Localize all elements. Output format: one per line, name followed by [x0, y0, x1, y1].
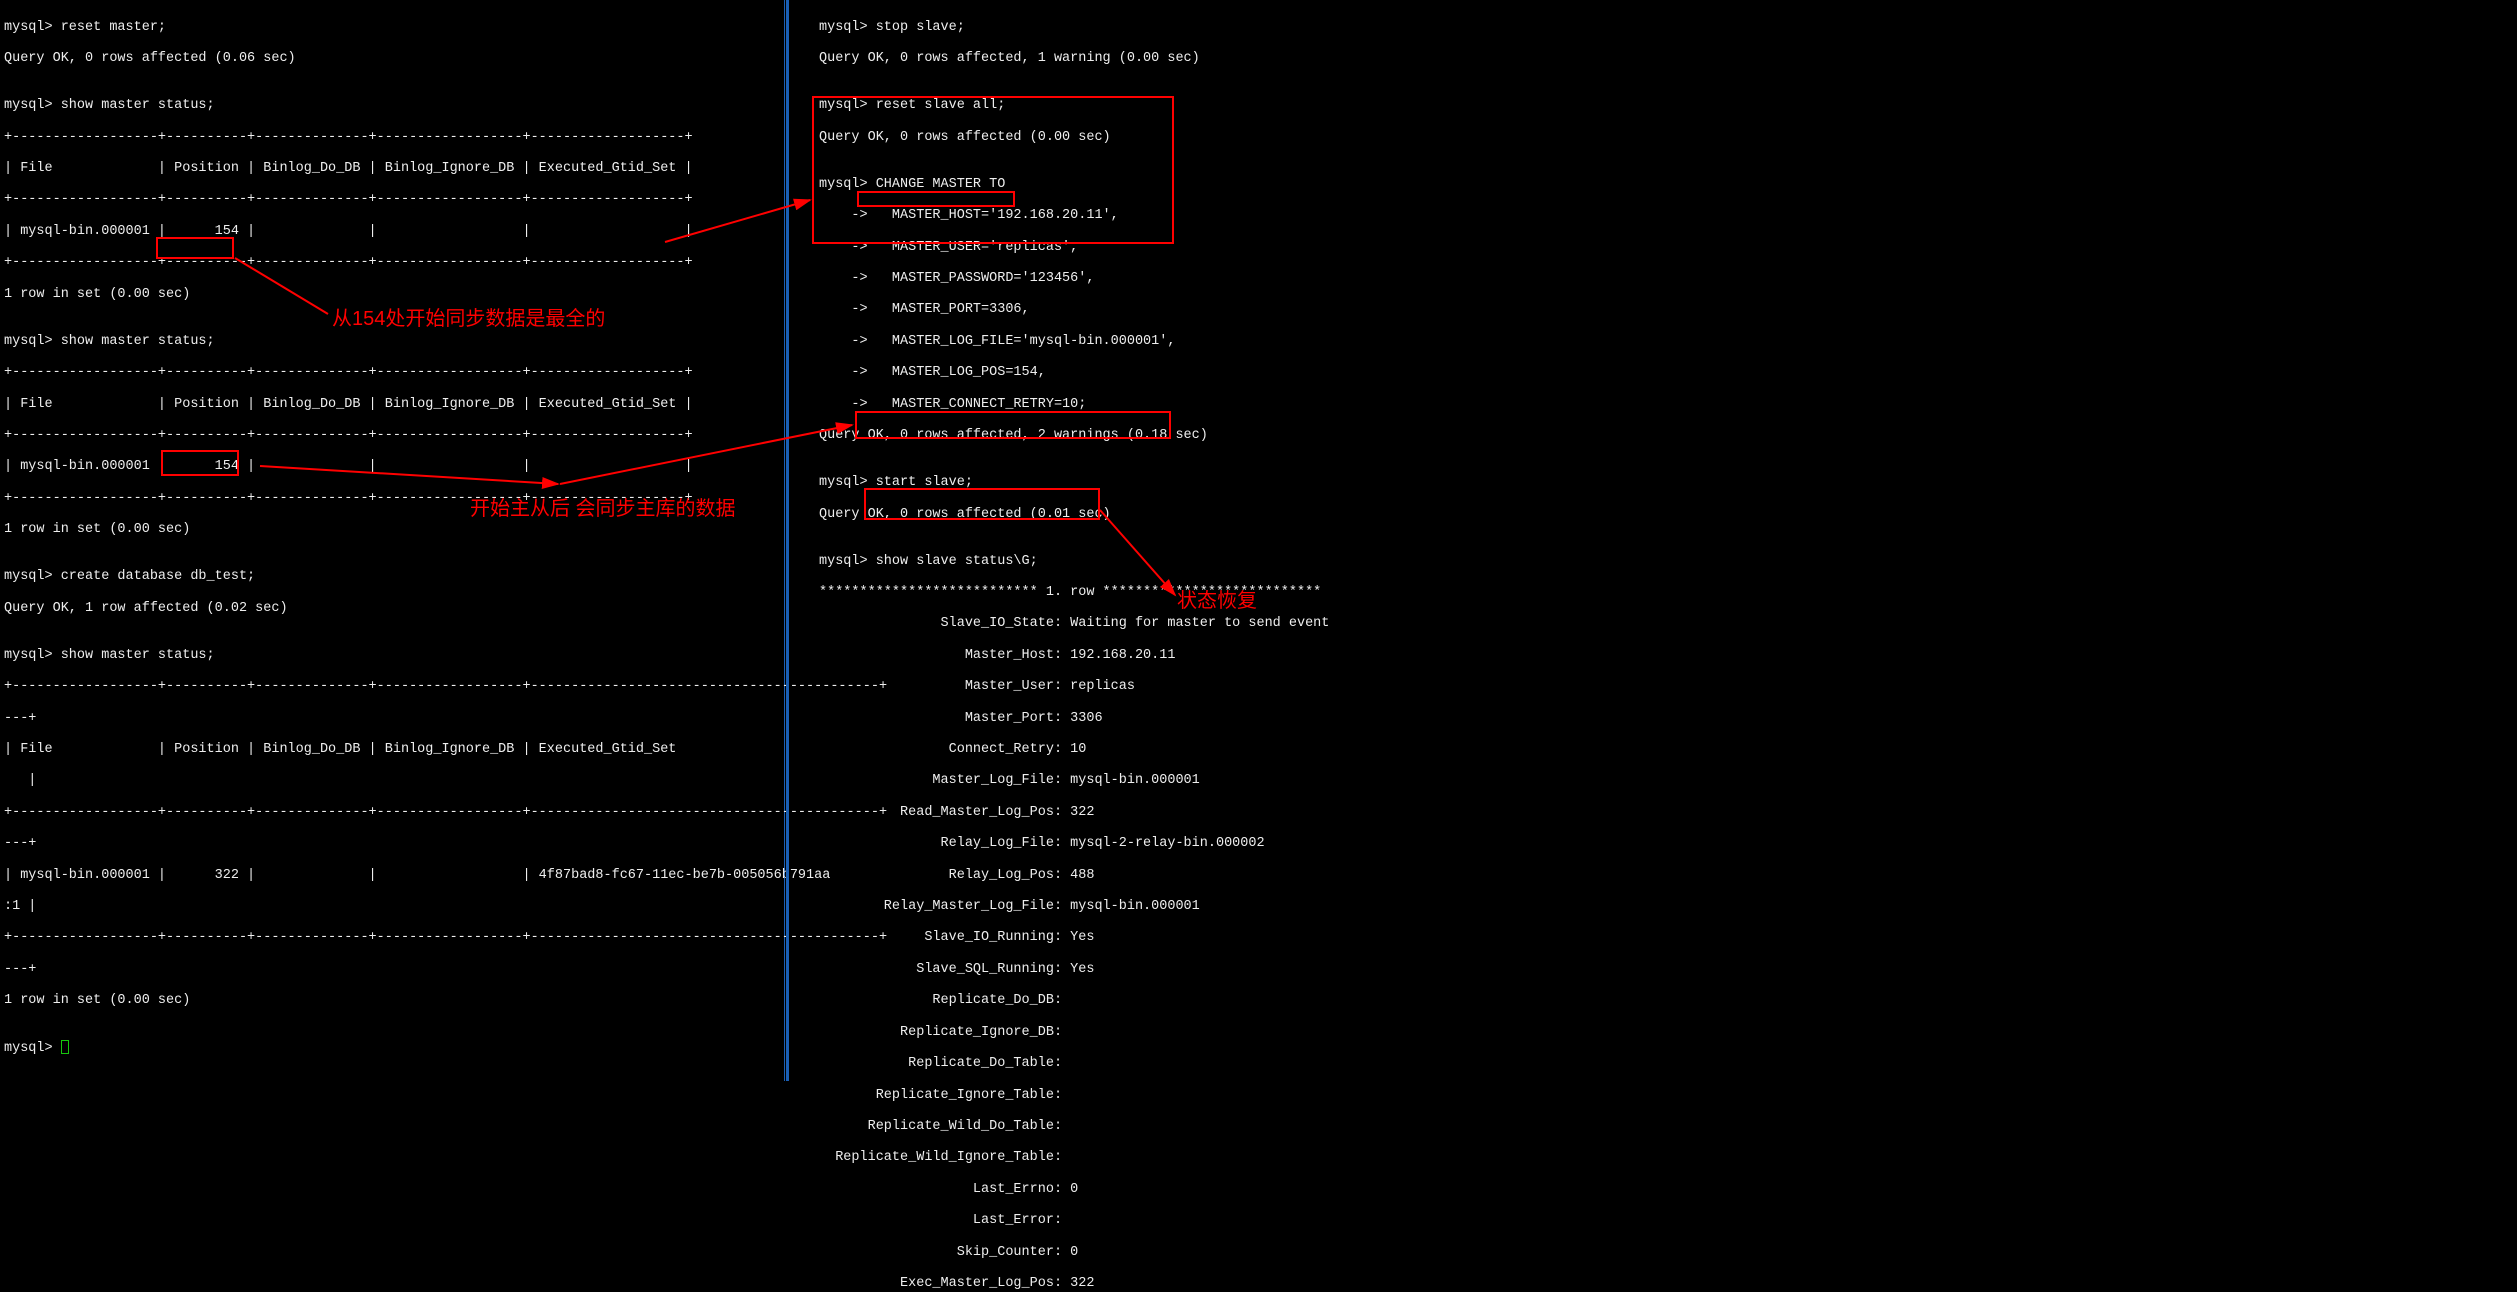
slave-status-line: Read_Master_Log_Pos: 322	[819, 805, 1094, 820]
rows-in-set: 1 row in set (0.00 sec)	[4, 993, 190, 1008]
slave-status-line: Connect_Retry: 10	[819, 742, 1086, 757]
resp-line: Query OK, 0 rows affected (0.06 sec)	[4, 51, 296, 66]
slave-status-line: Master_Log_File: mysql-bin.000001	[819, 773, 1200, 788]
cmd-change-master-to: mysql> CHANGE MASTER TO	[819, 177, 1005, 192]
table-sep: ---+	[4, 962, 36, 977]
right-terminal[interactable]: mysql> stop slave; Query OK, 0 rows affe…	[786, 0, 2517, 1081]
slave-status-line: Replicate_Do_DB:	[819, 993, 1062, 1008]
slave-status-line: Replicate_Wild_Ignore_Table:	[819, 1150, 1062, 1165]
change-master-line: -> MASTER_CONNECT_RETRY=10;	[819, 397, 1086, 412]
change-master-line: -> MASTER_LOG_FILE='mysql-bin.000001',	[819, 334, 1175, 349]
slave-status-line: Replicate_Ignore_Table:	[819, 1088, 1062, 1103]
slave-status-line: Master_User: replicas	[819, 679, 1135, 694]
cmd-reset-master: mysql> reset master;	[4, 20, 166, 35]
resp-line: Query OK, 1 row affected (0.02 sec)	[4, 601, 288, 616]
change-master-line: -> MASTER_PORT=3306,	[819, 302, 1030, 317]
table-sep: +------------------+----------+---------…	[4, 428, 693, 443]
table-row: | mysql-bin.000001 | 154 | | | |	[4, 459, 693, 474]
slave-status-line: Relay_Log_File: mysql-2-relay-bin.000002	[819, 836, 1265, 851]
table-sep: +------------------+----------+---------…	[4, 930, 887, 945]
left-terminal[interactable]: mysql> reset master; Query OK, 0 rows af…	[0, 0, 785, 1081]
table-row: | mysql-bin.000001 | 322 | | | 4f87bad8-…	[4, 868, 830, 883]
slave-status-line: Replicate_Ignore_DB:	[819, 1025, 1062, 1040]
table-sep: ---+	[4, 836, 36, 851]
slave-status-line: Replicate_Wild_Do_Table:	[819, 1119, 1062, 1134]
cursor-icon	[61, 1040, 69, 1054]
cmd-show-slave-status: mysql> show slave status\G;	[819, 554, 1038, 569]
slave-status-line: Master_Port: 3306	[819, 711, 1103, 726]
annotation-text-2: 开始主从后 会同步主库的数据	[470, 498, 736, 520]
change-master-line: -> MASTER_LOG_POS=154,	[819, 365, 1046, 380]
annotation-text-1: 从154处开始同步数据是最全的	[332, 308, 605, 330]
slave-status-line: Slave_SQL_Running: Yes	[819, 962, 1094, 977]
table-sep: +------------------+----------+---------…	[4, 192, 693, 207]
slave-status-line: Slave_IO_Running: Yes	[819, 930, 1094, 945]
resp-line: Query OK, 0 rows affected (0.01 sec)	[819, 507, 1111, 522]
cmd-create-database: mysql> create database db_test;	[4, 569, 255, 584]
rows-in-set: 1 row in set (0.00 sec)	[4, 522, 190, 537]
slave-status-line: Skip_Counter: 0	[819, 1245, 1078, 1260]
slave-status-line: Master_Host: 192.168.20.11	[819, 648, 1175, 663]
table-header: | File | Position | Binlog_Do_DB | Binlo…	[4, 161, 693, 176]
table-sep: +------------------+----------+---------…	[4, 255, 693, 270]
annotation-text-3: 状态恢复	[1177, 590, 1257, 612]
cmd-show-master-status-2: mysql> show master status;	[4, 334, 215, 349]
table-sep: +------------------+----------+---------…	[4, 805, 887, 820]
cmd-show-master-status-3: mysql> show master status;	[4, 648, 215, 663]
mysql-prompt[interactable]: mysql>	[4, 1041, 69, 1056]
slave-status-line: Relay_Log_Pos: 488	[819, 868, 1094, 883]
slave-status-line: Last_Error:	[819, 1213, 1062, 1228]
table-header: | File | Position | Binlog_Do_DB | Binlo…	[4, 742, 676, 757]
resp-line: Query OK, 0 rows affected (0.00 sec)	[819, 130, 1111, 145]
table-sep: +------------------+----------+---------…	[4, 365, 693, 380]
cmd-reset-slave-all: mysql> reset slave all;	[819, 98, 1005, 113]
resp-line: Query OK, 0 rows affected, 2 warnings (0…	[819, 428, 1208, 443]
resp-line: Query OK, 0 rows affected, 1 warning (0.…	[819, 51, 1200, 66]
slave-status-line: Last_Errno: 0	[819, 1182, 1078, 1197]
slave-status-line: Slave_IO_State: Waiting for master to se…	[819, 616, 1329, 631]
rows-in-set: 1 row in set (0.00 sec)	[4, 287, 190, 302]
table-row: | mysql-bin.000001 | 154 | | | |	[4, 224, 693, 239]
table-sep: ---+	[4, 711, 36, 726]
table-sep: +------------------+----------+---------…	[4, 679, 887, 694]
change-master-line: -> MASTER_USER='replicas',	[819, 240, 1078, 255]
cmd-show-master-status-1: mysql> show master status;	[4, 98, 215, 113]
change-master-line: -> MASTER_HOST='192.168.20.11',	[819, 208, 1119, 223]
table-header: | File | Position | Binlog_Do_DB | Binlo…	[4, 397, 693, 412]
slave-status-line: Exec_Master_Log_Pos: 322	[819, 1276, 1094, 1291]
slave-status-line: Relay_Master_Log_File: mysql-bin.000001	[819, 899, 1200, 914]
cmd-stop-slave: mysql> stop slave;	[819, 20, 965, 35]
table-row: :1 |	[4, 899, 36, 914]
table-header: |	[4, 773, 36, 788]
change-master-line: -> MASTER_PASSWORD='123456',	[819, 271, 1094, 286]
slave-status-line: Replicate_Do_Table:	[819, 1056, 1062, 1071]
cmd-start-slave: mysql> start slave;	[819, 475, 973, 490]
table-sep: +------------------+----------+---------…	[4, 130, 693, 145]
